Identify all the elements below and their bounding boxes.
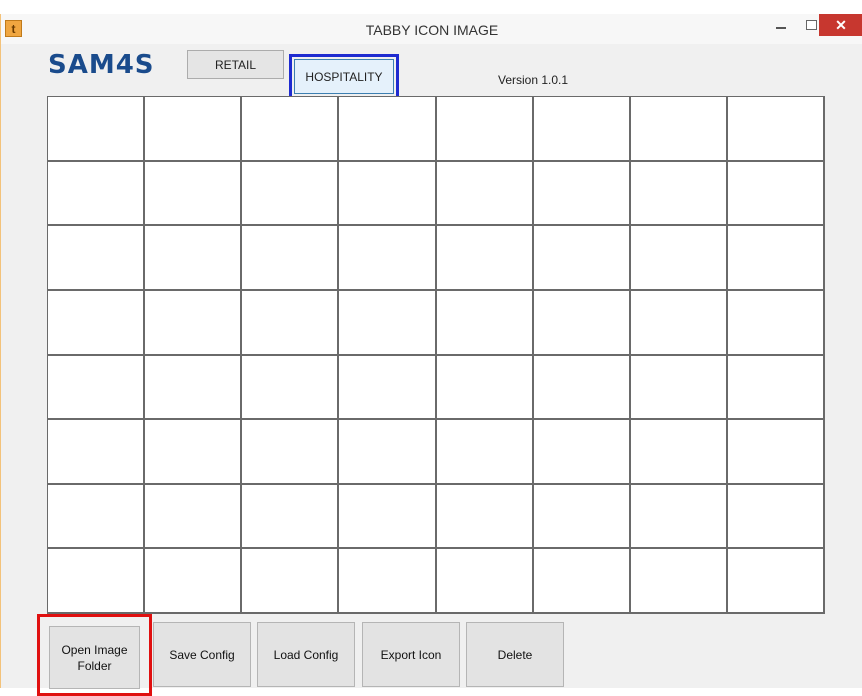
icon-slot[interactable] [339,290,437,356]
icon-slot[interactable] [630,290,728,356]
icon-slot[interactable] [339,549,437,614]
icon-slot[interactable] [339,355,437,421]
icon-slot[interactable] [242,549,340,614]
icon-slot[interactable] [242,355,340,421]
title-bar[interactable]: t TABBY ICON IMAGE ✕ [1,14,862,44]
logo-text: SAM4S [48,50,155,80]
icon-slot[interactable] [145,420,243,485]
icon-slot[interactable] [533,161,631,227]
icon-slot[interactable] [145,549,243,614]
retail-tab-button[interactable]: RETAIL [187,50,284,79]
icon-slot[interactable] [48,97,146,162]
icon-slot[interactable] [727,161,825,227]
icon-slot[interactable] [630,355,728,421]
icon-slot[interactable] [727,355,825,421]
open-folder-highlight: Open Image Folder [37,614,152,696]
icon-slot[interactable] [630,420,728,485]
icon-slot[interactable] [145,355,243,421]
minimize-button[interactable] [768,14,794,36]
hospitality-highlight: HOSPITALITY [289,54,399,99]
icon-slot[interactable] [533,549,631,614]
icon-slot[interactable] [533,355,631,421]
delete-button[interactable]: Delete [466,622,564,687]
version-label: Version 1.0.1 [498,73,569,87]
icon-grid [47,96,825,614]
icon-slot[interactable] [727,549,825,614]
open-image-folder-button[interactable]: Open Image Folder [49,626,140,689]
icon-slot[interactable] [727,290,825,356]
icon-slot[interactable] [630,484,728,550]
hospitality-tab-button[interactable]: HOSPITALITY [294,59,394,94]
icon-slot[interactable] [48,549,146,614]
window-title: TABBY ICON IMAGE [365,22,499,38]
icon-slot[interactable] [727,226,825,291]
icon-slot[interactable] [242,484,340,550]
icon-slot[interactable] [727,484,825,550]
icon-slot[interactable] [48,161,146,227]
save-config-button[interactable]: Save Config [153,622,251,687]
close-button[interactable]: ✕ [819,14,862,36]
icon-slot[interactable] [242,161,340,227]
icon-slot[interactable] [339,484,437,550]
icon-slot[interactable] [533,226,631,291]
icon-slot[interactable] [145,290,243,356]
maximize-icon [805,20,817,30]
icon-slot[interactable] [145,97,243,162]
close-icon: ✕ [835,16,847,33]
icon-slot[interactable] [242,420,340,485]
icon-slot[interactable] [436,549,534,614]
sam4s-logo: SAM4S [48,50,155,80]
icon-slot[interactable] [436,355,534,421]
icon-slot[interactable] [533,290,631,356]
icon-slot[interactable] [242,97,340,162]
icon-slot[interactable] [436,420,534,485]
icon-slot[interactable] [727,420,825,485]
icon-slot[interactable] [533,97,631,162]
icon-slot[interactable] [436,290,534,356]
icon-slot[interactable] [48,290,146,356]
icon-slot[interactable] [48,484,146,550]
icon-slot[interactable] [242,226,340,291]
export-icon-button[interactable]: Export Icon [362,622,460,687]
icon-slot[interactable] [436,97,534,162]
icon-slot[interactable] [533,420,631,485]
icon-slot[interactable] [727,97,825,162]
icon-slot[interactable] [436,161,534,227]
app-window: t TABBY ICON IMAGE ✕ SAM4S RETAIL HOSPIT… [0,14,862,696]
icon-slot[interactable] [145,226,243,291]
icon-slot[interactable] [48,355,146,421]
icon-slot[interactable] [145,161,243,227]
icon-slot[interactable] [48,226,146,291]
load-config-button[interactable]: Load Config [257,622,355,687]
icon-slot[interactable] [630,161,728,227]
icon-slot[interactable] [339,420,437,485]
icon-slot[interactable] [436,484,534,550]
icon-slot[interactable] [48,420,146,485]
icon-slot[interactable] [630,226,728,291]
icon-slot[interactable] [145,484,243,550]
icon-slot[interactable] [630,97,728,162]
icon-slot[interactable] [533,484,631,550]
icon-slot[interactable] [339,161,437,227]
icon-slot[interactable] [242,290,340,356]
icon-slot[interactable] [339,97,437,162]
icon-slot[interactable] [436,226,534,291]
icon-slot[interactable] [339,226,437,291]
icon-slot[interactable] [630,549,728,614]
minimize-icon [776,27,786,29]
